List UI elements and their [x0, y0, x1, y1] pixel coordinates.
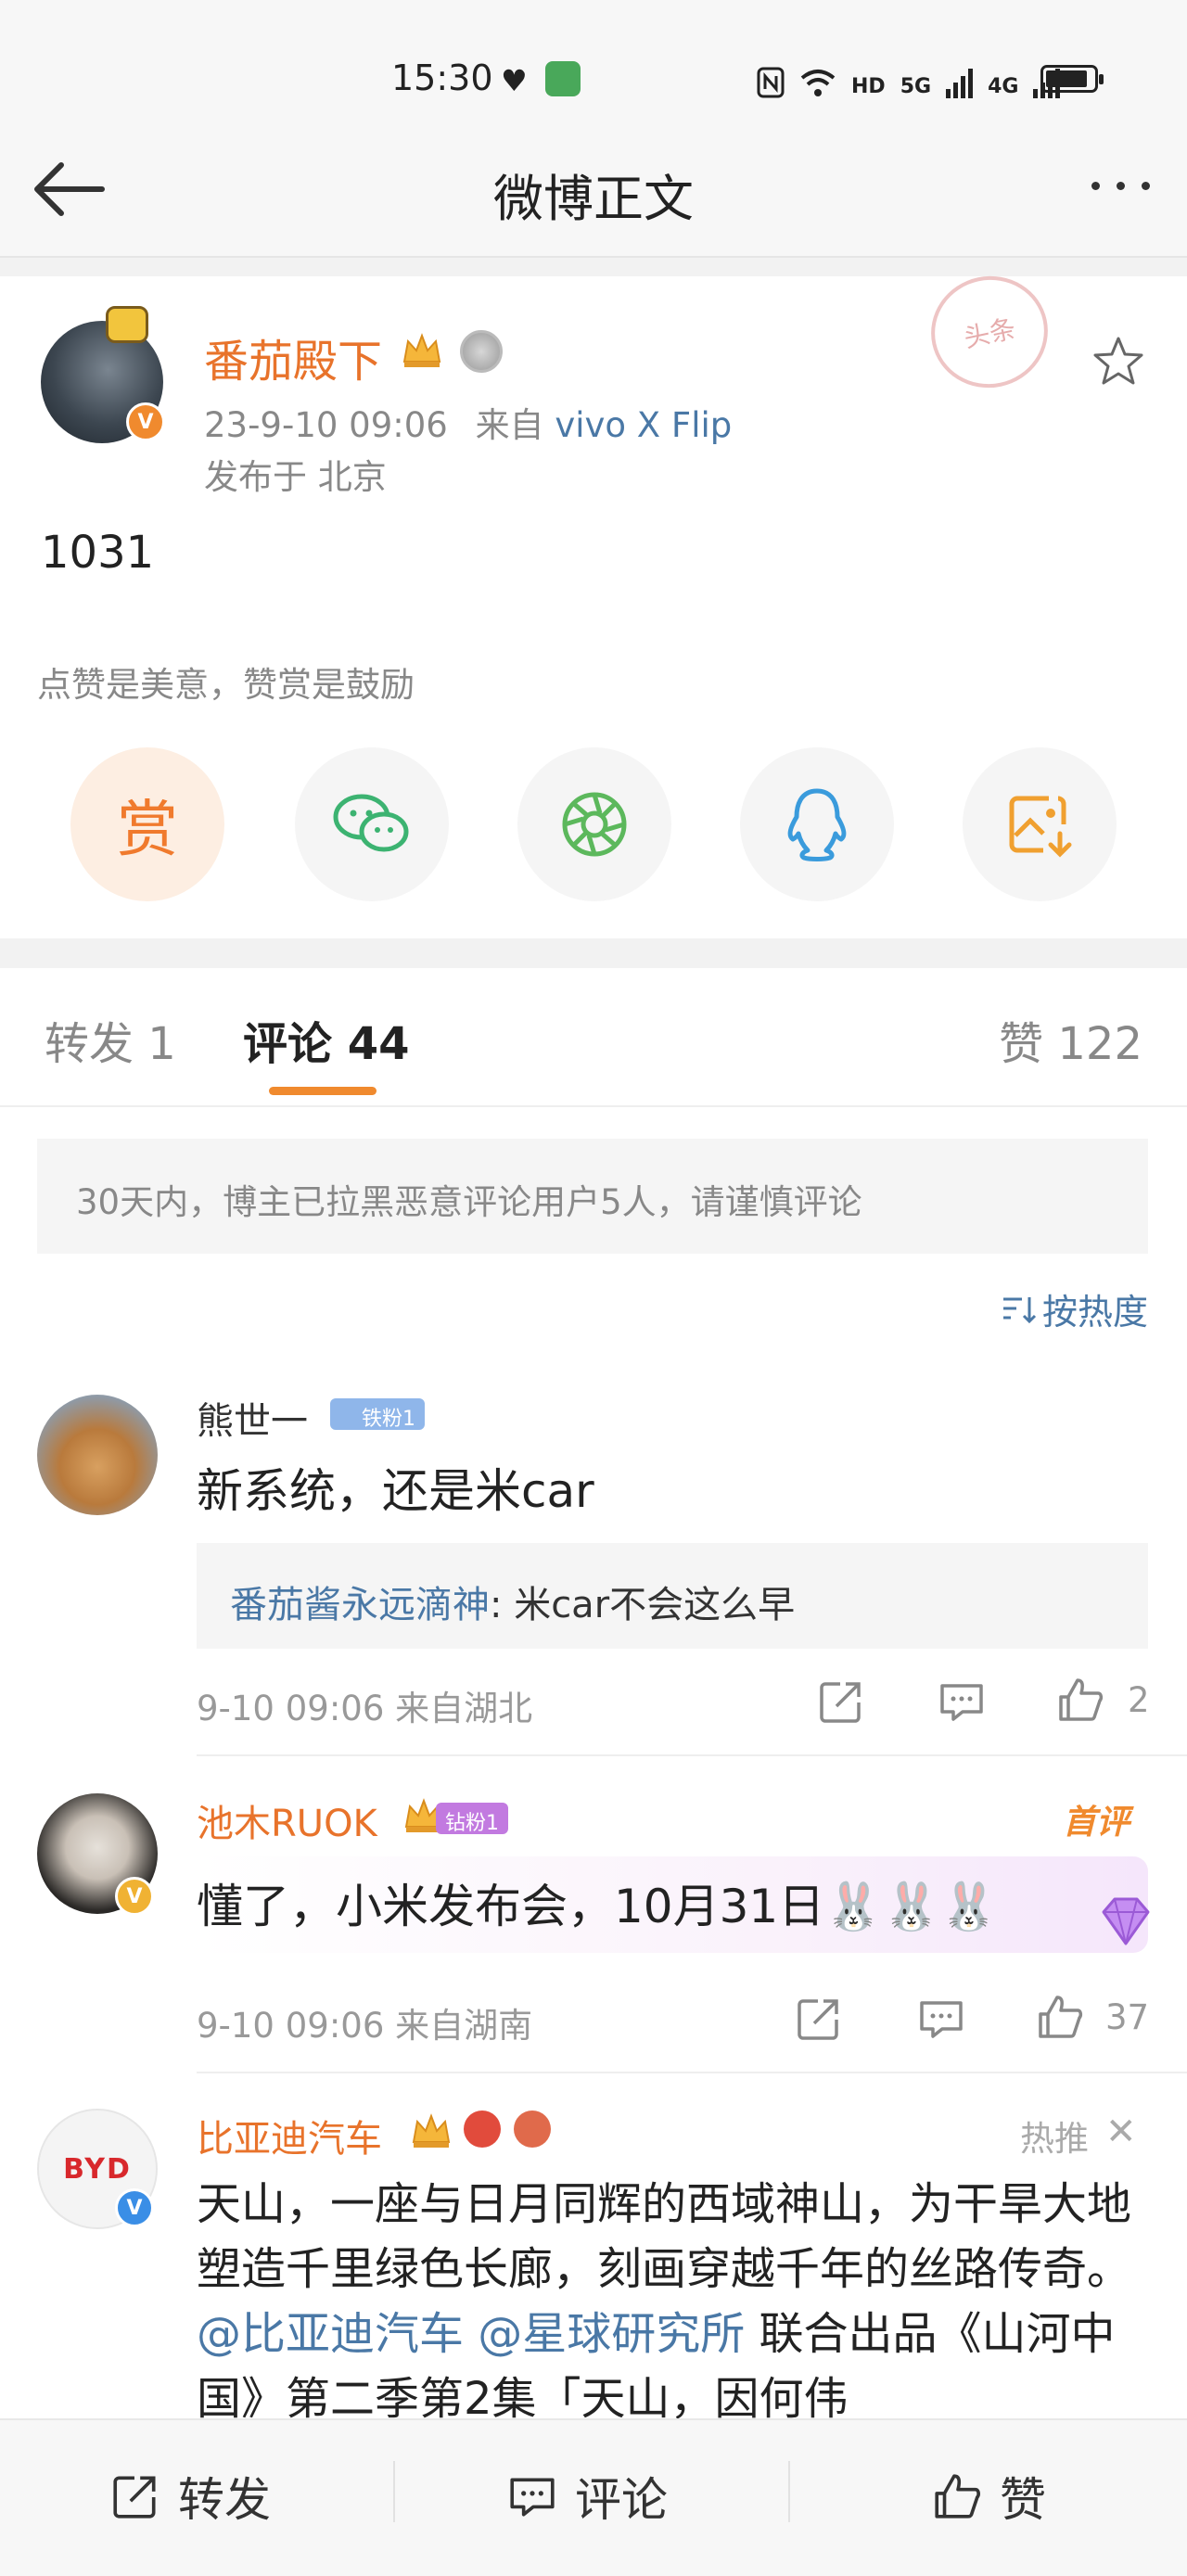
comment-text-2: 懂了，小米发布会，10月31日🐰🐰🐰 [197, 1880, 999, 1933]
post-location: 发布于 北京 [204, 457, 387, 497]
hd-label: HD [851, 75, 886, 98]
commenter-name[interactable]: 熊世一 [197, 1391, 308, 1445]
section-gap [0, 258, 1187, 276]
like-icon[interactable] [1055, 1675, 1105, 1725]
comment-notice: 30天内，博主已拉黑恶意评论用户5人，请谨慎评论 [37, 1139, 1148, 1254]
star-icon[interactable] [1091, 334, 1146, 389]
wechat-icon [333, 794, 409, 852]
commenter-name-2[interactable]: 池木RUOK [197, 1793, 377, 1847]
diamond-icon [1102, 1897, 1150, 1945]
comment-bubble-icon [510, 2478, 555, 2517]
comment-button[interactable]: 评论 [506, 2463, 668, 2530]
location-app-icon [545, 61, 581, 96]
repost-button[interactable]: 转发 [109, 2463, 271, 2530]
promoted-text: 天山，一座与日月同辉的西域神山，为干旱大地塑造千里绿色长廊，刻画穿越千年的丝路传… [197, 2178, 1132, 2425]
sort-label: 按热度 [1041, 1292, 1148, 1333]
reward-button[interactable]: 赏 [70, 747, 224, 901]
section-gap-2 [0, 938, 1187, 968]
status-time: 15:30 [391, 57, 493, 98]
status-icons: HD 5G 4G [757, 57, 1061, 98]
avatar-pendant-icon [106, 306, 148, 343]
qq-share-button[interactable] [740, 747, 894, 901]
more-horizontal-icon[interactable] [1091, 182, 1150, 190]
verified-blue-icon: V [115, 2188, 154, 2227]
nfc-icon [757, 67, 785, 98]
mention-link-2[interactable]: @星球研究所 [478, 2308, 745, 2360]
tabs-divider [0, 1105, 1187, 1107]
battery-icon [1040, 65, 1104, 93]
headline-stamp-icon: 头条 [920, 265, 1059, 399]
reward-icon: 赏 [117, 794, 178, 865]
share-icon-2[interactable] [794, 1994, 844, 2044]
like-icon-2[interactable] [1035, 1992, 1085, 2042]
tab-comment[interactable]: 评论 44 [243, 1007, 410, 1072]
tab-active-indicator [269, 1087, 377, 1095]
crown-icon [402, 333, 441, 367]
comment-label: 评论 [575, 2473, 668, 2527]
sort-icon [1002, 1296, 1037, 1323]
post-text: 1031 [41, 527, 155, 579]
post-device[interactable]: vivo X Flip [555, 405, 732, 445]
repost-label: 转发 [178, 2473, 271, 2527]
reply-preview[interactable]: 番茄酱永远滴神: 米car不会这么早 [197, 1543, 1148, 1649]
close-icon[interactable]: ✕ [1105, 2111, 1137, 2153]
post-meta: 23-9-10 09:06 来自 vivo X Flip [204, 397, 732, 447]
like-button[interactable]: 赞 [931, 2463, 1046, 2530]
page-title: 微博正文 [493, 170, 694, 228]
bird-badge-icon-2 [514, 2111, 551, 2148]
comment-divider-2 [197, 2072, 1187, 2073]
comment-icon[interactable] [937, 1677, 987, 1727]
comment-meta: 9-10 09:06 来自湖北 [197, 1689, 533, 1728]
fan-badge-2: 钻粉1 [436, 1803, 508, 1835]
signal-icon [946, 67, 974, 98]
comment-meta-2: 9-10 09:06 来自湖南 [197, 2006, 533, 2046]
save-image-button[interactable] [963, 747, 1117, 901]
moments-icon [562, 792, 627, 857]
first-comment-tag: 首评 [1063, 1804, 1130, 1842]
like-label: 赞 [1000, 2473, 1046, 2527]
reward-tip: 点赞是美意，赞赏是鼓励 [37, 665, 415, 705]
promoted-tag: 热推 [1020, 2119, 1089, 2159]
comment-text: 新系统，还是米car [197, 1464, 594, 1518]
moments-share-button[interactable] [517, 747, 671, 901]
mention-link[interactable]: @比亚迪汽车 [197, 2308, 464, 2360]
save-image-icon [1009, 796, 1072, 858]
4g-label: 4G [988, 75, 1019, 98]
commenter-avatar[interactable] [37, 1395, 158, 1515]
bottom-separator-2 [788, 2461, 790, 2522]
bird-badge-icon [464, 2111, 501, 2148]
wifi-icon [800, 70, 836, 96]
verified-orange-icon: V [126, 402, 165, 441]
sort-button[interactable]: 按热度 [1000, 1283, 1148, 1334]
reply-text: : 米car不会这么早 [490, 1584, 796, 1626]
reply-author[interactable]: 番茄酱永远滴神 [230, 1584, 490, 1626]
qq-icon [787, 788, 847, 861]
thumbs-up-icon [935, 2474, 980, 2519]
heart-icon: ♥ [501, 63, 528, 98]
wechat-share-button[interactable] [295, 747, 449, 901]
status-bar: 15:30 ♥ HD 5G 4G [0, 0, 1187, 139]
medal-icon [460, 330, 503, 373]
commenter-name-3[interactable]: 比亚迪汽车 [197, 2109, 382, 2162]
share-icon[interactable] [816, 1677, 866, 1727]
crown-icon-3 [412, 2113, 451, 2148]
tab-repost[interactable]: 转发 1 [45, 1007, 176, 1072]
like-count-2: 37 [1105, 1997, 1150, 2037]
repost-icon [113, 2476, 156, 2519]
5g-label: 5G [900, 75, 932, 98]
verified-yellow-icon: V [115, 1877, 154, 1916]
post-time: 23-9-10 09:06 [204, 405, 448, 445]
fan-badge: 铁粉1 [330, 1398, 425, 1431]
like-count: 2 [1128, 1680, 1150, 1720]
bottom-separator [393, 2461, 395, 2522]
comment-divider [197, 1754, 1187, 1756]
post-from: 来自 [475, 405, 544, 445]
author-name[interactable]: 番茄殿下 [204, 325, 382, 389]
tab-like[interactable]: 赞 122 [999, 1007, 1142, 1072]
comment-icon-2[interactable] [916, 1994, 966, 2044]
byd-logo: BYD [63, 2152, 132, 2186]
